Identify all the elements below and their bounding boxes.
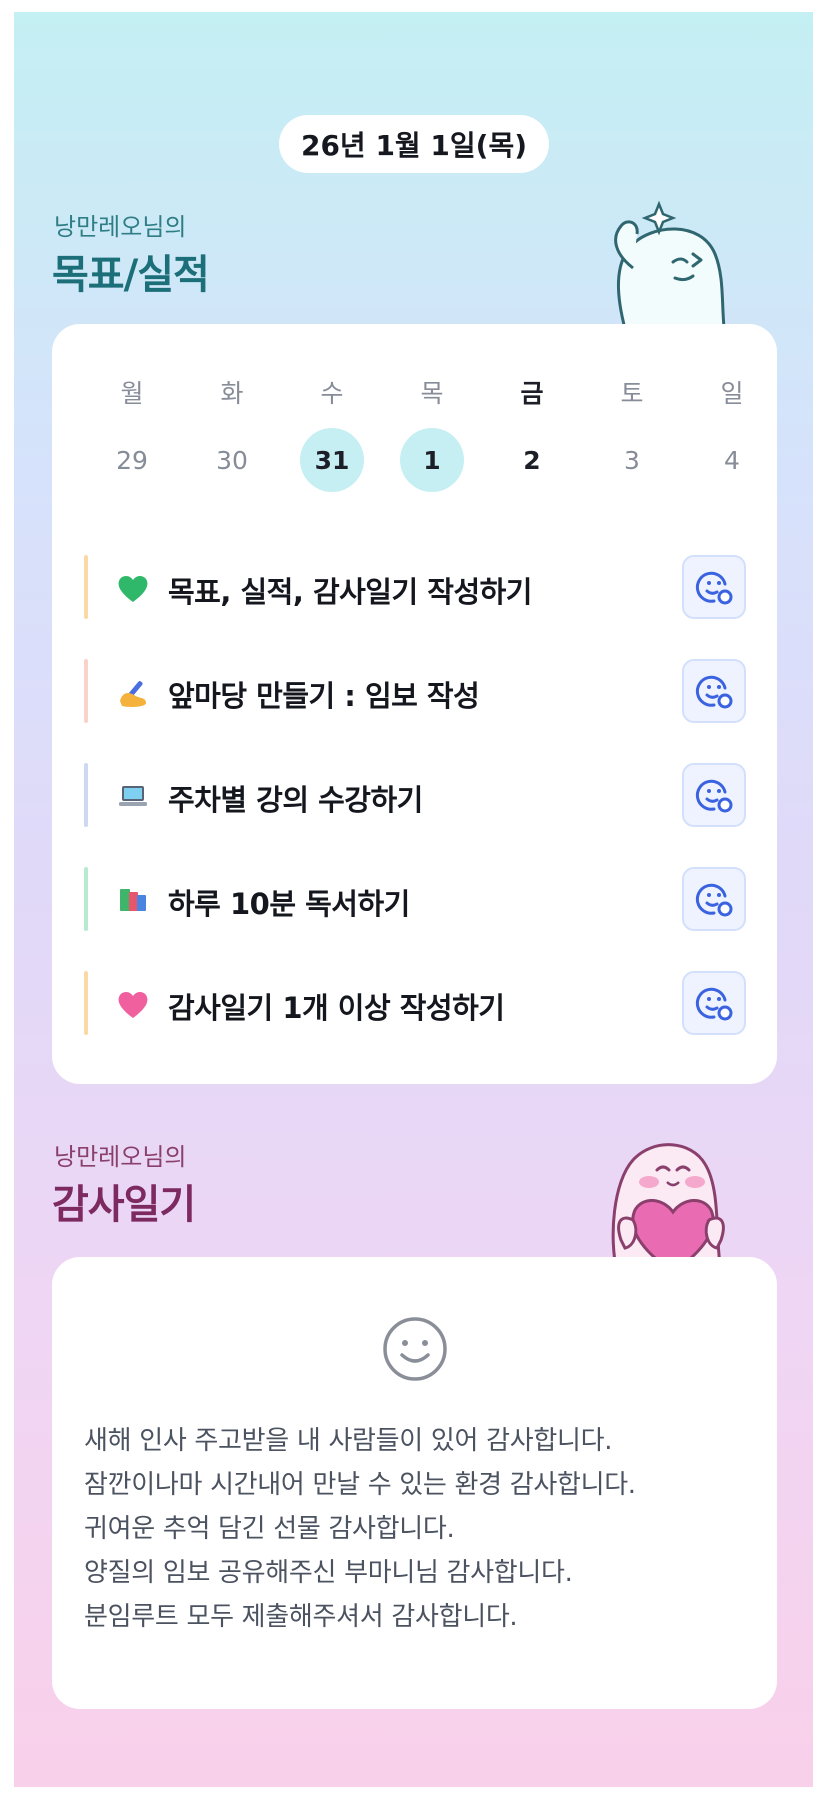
laptop-icon [119, 786, 147, 806]
goal-label: 하루 10분 독서하기 [168, 887, 410, 921]
goal-row[interactable]: 앞마당 만들기 : 임보 작성 [84, 643, 746, 747]
smile-feedback-icon [695, 675, 733, 709]
date-pill: 26년 1월 1일(목) [279, 115, 549, 173]
day-number[interactable]: 2 [500, 428, 564, 492]
green-heart-icon [118, 575, 148, 602]
ghost-mascot-icon [614, 200, 727, 336]
goal-list: 목표, 실적, 감사일기 작성하기앞마당 만들기 : 임보 작성주차별 강의 수… [84, 539, 746, 1059]
goals-owner-label: 낭만레오님의 [54, 213, 187, 241]
gratitude-section-title: 감사일기 [52, 1182, 196, 1228]
day-name: 일 [720, 379, 744, 408]
goal-label: 목표, 실적, 감사일기 작성하기 [168, 575, 532, 609]
day-column[interactable]: 토3 [582, 376, 682, 492]
day-name: 토 [620, 379, 644, 408]
day-name: 목 [420, 379, 444, 408]
app-frame: 26년 1월 1일(목) 낭만레오님의 목표/실적 월 29 화 30 수 31 목 1 금 2 토… [14, 12, 813, 1787]
gratitude-owner-label: 낭만레오님의 [54, 1143, 187, 1171]
books-icon [120, 889, 146, 911]
day-name: 수 [320, 379, 344, 408]
goal-label: 감사일기 1개 이상 작성하기 [168, 991, 505, 1025]
day-column[interactable]: 금2 [482, 376, 582, 492]
gratitude-entry: 잠깐이나마 시간내어 만날 수 있는 환경 감사합니다. [84, 1470, 636, 1500]
day-name: 금 [520, 379, 544, 408]
gratitude-entry: 귀여운 추억 담긴 선물 감사합니다. [84, 1514, 455, 1544]
goal-label: 앞마당 만들기 : 임보 작성 [168, 679, 480, 713]
day-name: 화 [220, 379, 244, 408]
heart-mascot-icon [611, 1143, 725, 1272]
day-number[interactable]: 1 [400, 428, 464, 492]
day-column[interactable]: 수 31 [282, 376, 382, 492]
goal-accent-bar [84, 659, 88, 723]
day-number[interactable]: 4 [700, 428, 764, 492]
gratitude-entries: 새해 인사 주고받을 내 사람들이 있어 감사합니다. 잠깐이나마 시간내어 만날… [84, 1419, 754, 1639]
goal-feedback-button[interactable] [682, 555, 746, 619]
smiley-face-icon [383, 1317, 447, 1381]
day-number[interactable]: 30 [200, 428, 264, 492]
goals-card: 월 29 화 30 수 31 목 1 금 2 토 3 일 4 목표, 실적, 감사일기 작성하기 앞마당 만… [52, 324, 777, 1084]
goal-accent-bar [84, 763, 88, 827]
goal-row[interactable]: 하루 10분 독서하기 [84, 851, 746, 955]
gratitude-entry: 양질의 임보 공유해주신 부마니님 감사합니다. [84, 1558, 573, 1588]
day-column[interactable]: 목1 [382, 376, 482, 492]
week-strip: 월 29 화 30 수 31 목 1 금 2 토 3 일 4 [82, 376, 782, 492]
smile-feedback-icon [695, 571, 733, 605]
day-number[interactable]: 29 [100, 428, 164, 492]
goal-row[interactable]: 목표, 실적, 감사일기 작성하기 [84, 539, 746, 643]
goal-label: 주차별 강의 수강하기 [168, 783, 423, 817]
gratitude-entry: 새해 인사 주고받을 내 사람들이 있어 감사합니다. [84, 1426, 613, 1456]
smile-feedback-icon [695, 883, 733, 917]
day-name: 월 [120, 379, 144, 408]
day-column[interactable]: 화 30 [182, 376, 282, 492]
day-number[interactable]: 31 [300, 428, 364, 492]
pink-heart-icon [118, 991, 148, 1018]
goal-accent-bar [84, 867, 88, 931]
goal-row[interactable]: 주차별 강의 수강하기 [84, 747, 746, 851]
goal-feedback-button[interactable] [682, 659, 746, 723]
writing-hand-icon [120, 681, 146, 707]
gratitude-entry: 분임루트 모두 제출해주셔서 감사합니다. [84, 1602, 518, 1632]
goal-feedback-button[interactable] [682, 971, 746, 1035]
goal-row[interactable]: 감사일기 1개 이상 작성하기 [84, 955, 746, 1059]
smile-feedback-icon [695, 779, 733, 813]
goal-feedback-button[interactable] [682, 763, 746, 827]
goal-accent-bar [84, 555, 88, 619]
day-column[interactable]: 일4 [682, 376, 782, 492]
gratitude-card: 새해 인사 주고받을 내 사람들이 있어 감사합니다. 잠깐이나마 시간내어 만날… [52, 1257, 777, 1709]
goal-feedback-button[interactable] [682, 867, 746, 931]
goal-accent-bar [84, 971, 88, 1035]
day-column[interactable]: 월 29 [82, 376, 182, 492]
goals-section-title: 목표/실적 [52, 252, 210, 298]
day-number[interactable]: 3 [600, 428, 664, 492]
smile-feedback-icon [695, 987, 733, 1021]
